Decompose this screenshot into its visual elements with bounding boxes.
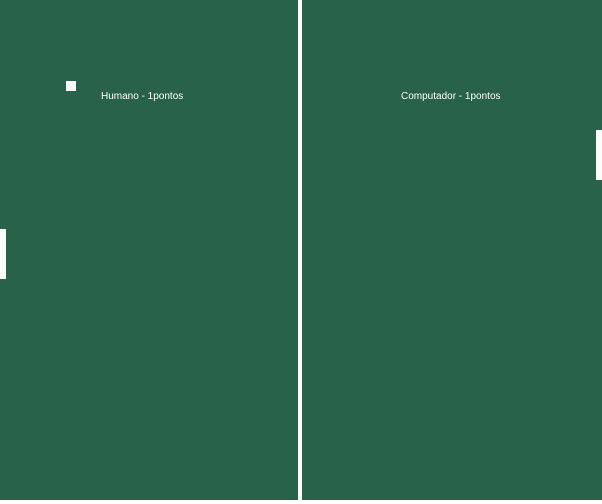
game-court: Humano - 1pontos Computador - 1pontos [0, 0, 602, 500]
center-net [298, 0, 302, 500]
computer-paddle [596, 130, 602, 180]
computer-score-label: Computador - 1pontos [401, 91, 501, 102]
human-score-label: Humano - 1pontos [101, 91, 184, 102]
human-paddle[interactable] [0, 229, 6, 279]
ball [66, 81, 76, 91]
